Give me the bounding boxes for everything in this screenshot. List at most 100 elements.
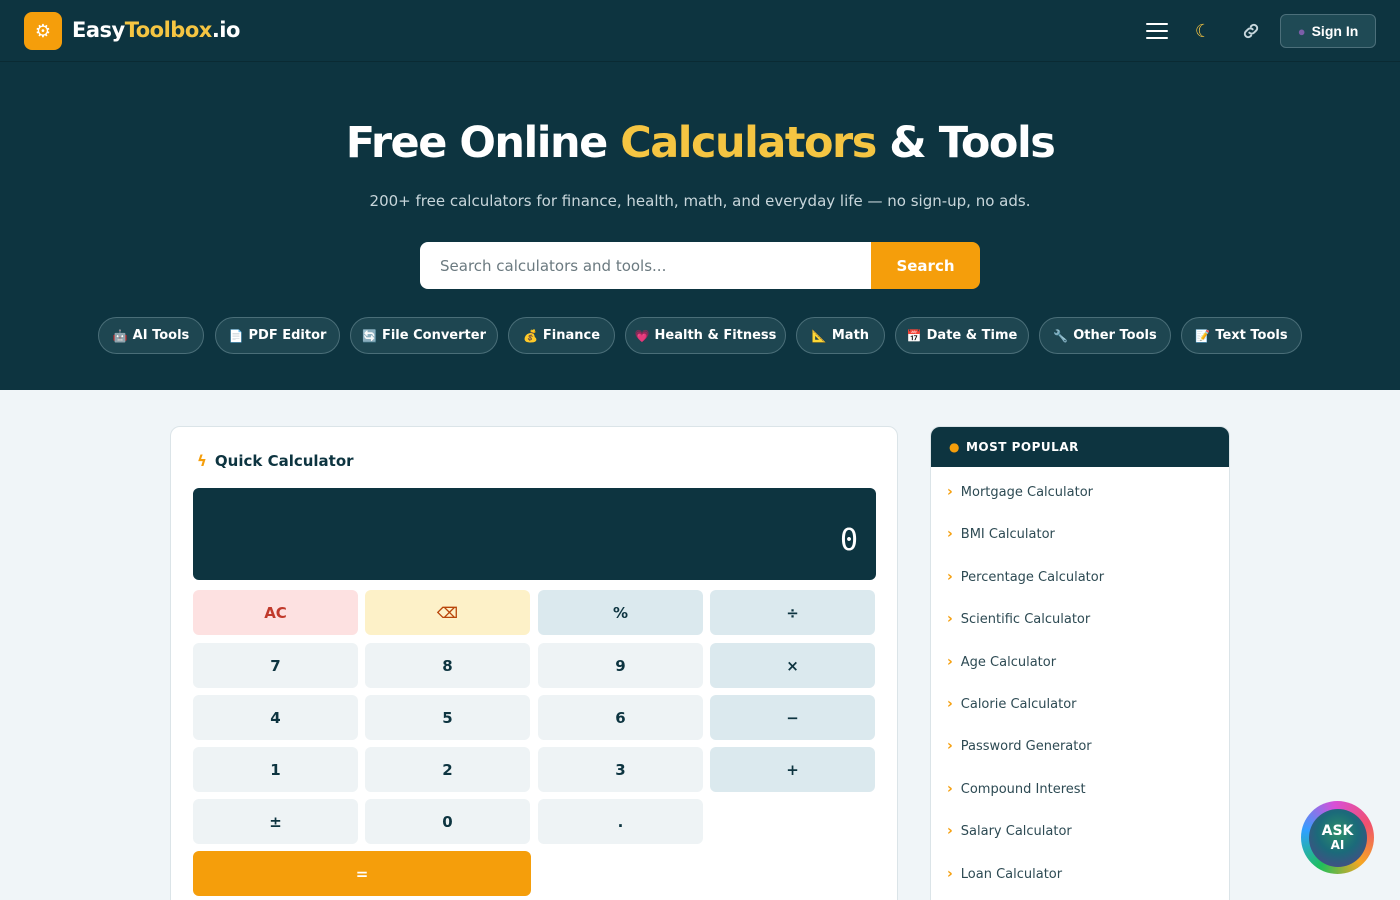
fire-icon: ● [949,440,960,454]
calculator-display: 0 [193,488,876,580]
sign-in-button[interactable]: ● Sign In [1280,14,1376,48]
hero-title: Free Online Calculators & Tools [0,118,1400,168]
sign-in-label: Sign In [1311,23,1359,39]
category-math[interactable]: 📐 Math [796,317,885,354]
key-minus[interactable]: − [710,695,875,740]
key-all-clear[interactable]: AC [193,590,358,635]
logo-text-easy: Easy [72,18,125,42]
ask-ai-line2: AI [1330,837,1345,852]
popular-link-salary[interactable]: › Salary Calculator [947,823,1072,839]
bolt-icon: ϟ [197,452,207,470]
category-date-time[interactable]: 📅 Date & Time [895,317,1029,354]
quick-calculator-card: ϟ Quick Calculator 0 AC ⌫ % ÷ 7 8 9 × 4 5… [170,426,898,900]
hero-title-end: & Tools [875,118,1056,168]
key-6[interactable]: 6 [538,695,703,740]
key-backspace[interactable]: ⌫ [365,590,530,635]
key-5[interactable]: 5 [365,695,530,740]
category-label: Health & Fitness [654,328,777,343]
hamburger-icon[interactable] [1144,18,1170,44]
category-label: PDF Editor [248,328,327,343]
user-icon: ● [1297,23,1306,39]
key-multiply[interactable]: × [710,643,875,688]
most-popular-header: ● MOST POPULAR [931,427,1229,467]
popular-link-label: Password Generator [960,738,1092,754]
category-text-tools[interactable]: 📝 Text Tools [1181,317,1302,354]
category-label: Finance [542,328,601,343]
popular-link-label: Percentage Calculator [960,569,1105,585]
key-8[interactable]: 8 [365,643,530,688]
logo-wordmark[interactable]: EasyToolbox.io [72,18,240,42]
key-9[interactable]: 9 [538,643,703,688]
moon-icon[interactable]: ☾ [1190,18,1216,44]
chevron-right-icon: › [947,611,953,627]
popular-link-bmi[interactable]: › BMI Calculator [947,526,1055,542]
logo-gear-icon[interactable]: ⚙ [24,12,62,50]
popular-link-mortgage[interactable]: › Mortgage Calculator [947,484,1093,500]
popular-link-label: BMI Calculator [960,526,1055,542]
popular-link-label: Age Calculator [960,654,1057,670]
ask-ai-label: ASK AI [1308,808,1367,867]
key-plus-minus[interactable]: ± [193,799,358,844]
search-input[interactable] [420,242,871,289]
popular-link-label: Salary Calculator [960,823,1072,839]
popular-link-label: Mortgage Calculator [960,484,1094,500]
hero-subtitle: 200+ free calculators for finance, healt… [369,192,1031,210]
chevron-right-icon: › [947,654,953,670]
popular-link-password[interactable]: › Password Generator [947,738,1092,754]
category-ai-tools[interactable]: 🤖 AI Tools [98,317,204,354]
category-label: File Converter [381,328,486,343]
chevron-right-icon: › [947,484,953,500]
key-1[interactable]: 1 [193,747,358,792]
category-health-fitness[interactable]: 💗 Health & Fitness [625,317,786,354]
calculator-title: ϟ Quick Calculator [197,452,354,470]
category-label: AI Tools [132,328,190,343]
hero-title-start: Free Online [345,118,621,168]
link-icon[interactable] [1238,18,1264,44]
popular-link-loan[interactable]: › Loan Calculator [947,866,1062,882]
key-equals[interactable]: = [193,851,531,896]
key-7[interactable]: 7 [193,643,358,688]
popular-link-percentage[interactable]: › Percentage Calculator [947,569,1104,585]
memo-icon: 📝 [1195,328,1211,343]
wrench-icon: 🔧 [1053,328,1069,343]
chevron-right-icon: › [947,526,953,542]
chevron-right-icon: › [947,823,953,839]
logo-text-toolbox: Toolbox [124,18,213,42]
key-percent[interactable]: % [538,590,703,635]
hero-section: Free Online Calculators & Tools 200+ fre… [0,62,1400,390]
top-navbar: ⚙ EasyToolbox.io ☾ ● Sign In [0,0,1400,62]
category-file-converter[interactable]: 🔄 File Converter [350,317,498,354]
key-decimal[interactable]: . [538,799,703,844]
key-0[interactable]: 0 [365,799,530,844]
popular-link-calorie[interactable]: › Calorie Calculator [947,696,1077,712]
key-2[interactable]: 2 [365,747,530,792]
calculator-title-text: Quick Calculator [214,452,354,470]
key-plus[interactable]: + [710,747,875,792]
convert-icon: 🔄 [362,328,377,343]
key-4[interactable]: 4 [193,695,358,740]
most-popular-title: MOST POPULAR [965,440,1079,454]
popular-link-label: Compound Interest [960,781,1086,797]
heart-icon: 💗 [634,328,650,343]
popular-link-label: Scientific Calculator [960,611,1091,627]
hero-title-accent: Calculators [620,118,877,168]
chevron-right-icon: › [947,781,953,797]
ask-ai-button[interactable]: ASK AI [1301,801,1374,874]
category-label: Text Tools [1215,328,1288,343]
key-3[interactable]: 3 [538,747,703,792]
search-button[interactable]: Search [871,242,980,289]
popular-link-age[interactable]: › Age Calculator [947,654,1056,670]
key-divide[interactable]: ÷ [710,590,875,635]
category-other-tools[interactable]: 🔧 Other Tools [1039,317,1171,354]
popular-link-scientific[interactable]: › Scientific Calculator [947,611,1090,627]
ask-ai-line1: ASK [1321,822,1354,839]
robot-icon: 🤖 [112,328,128,343]
chevron-right-icon: › [947,569,953,585]
popular-link-compound-interest[interactable]: › Compound Interest [947,781,1086,797]
category-finance[interactable]: 💰 Finance [508,317,615,354]
chevron-right-icon: › [947,696,953,712]
category-label: Math [831,328,870,343]
chevron-right-icon: › [947,738,953,754]
chevron-right-icon: › [947,866,953,882]
category-pdf-editor[interactable]: 📄 PDF Editor [215,317,340,354]
